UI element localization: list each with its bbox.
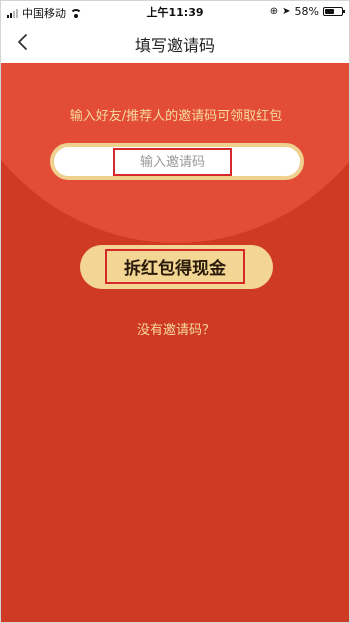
nav-bar: 填写邀请码 [1, 21, 349, 63]
battery-fill [325, 9, 335, 14]
invite-code-input[interactable] [115, 150, 230, 174]
page-title: 填写邀请码 [134, 36, 215, 55]
status-bar: 中国移动 上午11:39 ⊕ ➤ 58% [1, 1, 349, 21]
status-right: ⊕ ➤ 58% [269, 5, 345, 18]
battery-percent: 58% [294, 5, 319, 18]
redeem-button-label: 拆红包得现金 [124, 259, 226, 279]
location-icon: ➤ [282, 6, 291, 17]
code-input-box [113, 148, 232, 176]
battery-icon [323, 7, 345, 16]
phone-screen: 中国移动 上午11:39 ⊕ ➤ 58% 填写邀请码 输入好友/推荐人的邀请码可… [0, 0, 350, 623]
red-envelope: 输入好友/推荐人的邀请码可领取红包 拆红包得现金 没有邀请码？ [1, 63, 349, 622]
orientation-lock-icon: ⊕ [269, 6, 279, 17]
redeem-button-label-box[interactable]: 拆红包得现金 [105, 249, 245, 284]
invite-hint: 输入好友/推荐人的邀请码可领取红包 [69, 109, 283, 124]
no-code-link[interactable]: 没有邀请码？ [1, 319, 349, 338]
